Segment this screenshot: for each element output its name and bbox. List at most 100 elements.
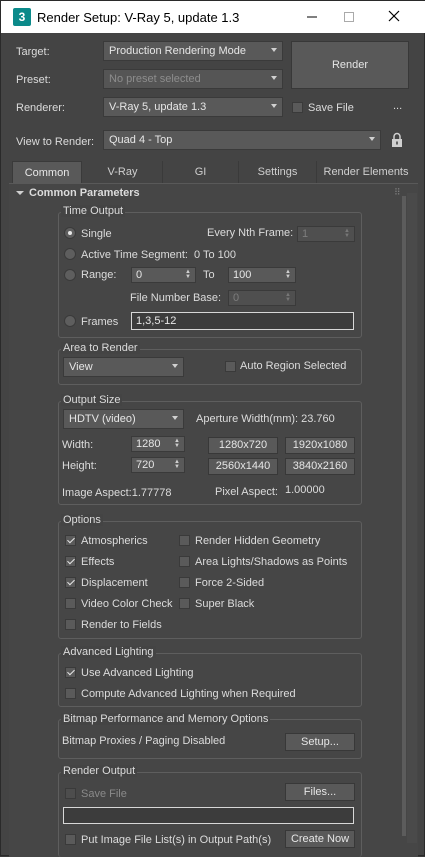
maximize-icon (344, 12, 354, 22)
file-number-base-label: File Number Base: (130, 292, 222, 304)
preset-3840x2160-button[interactable]: 3840x2160 (285, 458, 355, 475)
scrollbar-thumb[interactable] (402, 196, 406, 836)
atmospherics-checkbox[interactable] (65, 535, 76, 546)
atmospherics-label: Atmospherics (81, 535, 148, 547)
super-black-checkbox[interactable] (179, 598, 190, 609)
file-number-base-spinner[interactable]: 0 ▲ ▼ (228, 290, 296, 306)
super-black-label: Super Black (195, 598, 255, 610)
active-time-segment-radio[interactable] (64, 248, 76, 260)
close-button[interactable] (371, 1, 417, 33)
preset-dropdown[interactable]: No preset selected (103, 69, 283, 89)
use-advanced-lighting-label: Use Advanced Lighting (81, 667, 194, 679)
time-output-title: Time Output (61, 205, 126, 217)
area-lights-shadows-label: Area Lights/Shadows as Points (195, 556, 348, 568)
maximize-button[interactable] (326, 1, 372, 33)
preset-2560x1440-button[interactable]: 2560x1440 (208, 458, 278, 475)
render-output-path-field[interactable] (63, 807, 354, 824)
pixel-aspect-value[interactable]: 1.00000 (285, 484, 325, 496)
target-value: Production Rendering Mode (109, 45, 246, 57)
active-time-segment-value: 0 To 100 (194, 249, 237, 261)
preset-1920x1080-button[interactable]: 1920x1080 (285, 437, 355, 454)
triangle-down-icon (16, 191, 24, 195)
spinner-arrows-icon[interactable]: ▲ ▼ (174, 438, 180, 449)
spinner-arrows-icon[interactable]: ▲ ▼ (344, 228, 350, 239)
compute-advanced-lighting-label: Compute Advanced Lighting when Required (81, 688, 296, 700)
chevron-down-icon (369, 137, 375, 141)
render-output-save-file-checkbox[interactable] (65, 788, 76, 799)
chevron-down-icon (271, 104, 277, 108)
render-setup-window: 3 Render Setup: V-Ray 5, update 1.3 Targ… (0, 0, 425, 857)
render-hidden-geometry-checkbox[interactable] (179, 535, 190, 546)
range-radio[interactable] (64, 269, 76, 281)
view-to-render-value: Quad 4 - Top (109, 134, 173, 146)
range-from-value: 0 (136, 269, 143, 281)
displacement-checkbox[interactable] (65, 577, 76, 588)
scrollbar[interactable] (407, 193, 417, 843)
target-dropdown[interactable]: Production Rendering Mode (103, 41, 283, 61)
frames-radio[interactable] (64, 315, 76, 327)
image-aspect-label: Image Aspect:1.77778 (62, 487, 172, 499)
single-radio[interactable] (64, 227, 76, 239)
every-nth-frame-label: Every Nth Frame: (207, 227, 294, 239)
spinner-arrows-icon[interactable]: ▲ ▼ (285, 269, 291, 280)
rollout-grip-icon: ⠿ (394, 187, 401, 197)
render-output-title: Render Output (61, 765, 138, 777)
render-output-save-file-label: Save File (81, 788, 127, 800)
height-value: 720 (136, 459, 155, 471)
preset-1280x720-button[interactable]: 1280x720 (208, 437, 278, 454)
output-size-preset-value: HDTV (video) (69, 413, 136, 425)
single-label: Single (81, 228, 112, 240)
width-spinner[interactable]: 1280 ▲ ▼ (131, 436, 185, 452)
preset-value: No preset selected (109, 73, 201, 85)
height-spinner[interactable]: 720 ▲ ▼ (131, 457, 185, 473)
save-file-checkbox[interactable] (292, 102, 303, 113)
bitmap-setup-button[interactable]: Setup... (285, 733, 355, 751)
force-2-sided-checkbox[interactable] (179, 577, 190, 588)
tab-render-elements[interactable]: Render Elements (317, 161, 415, 183)
render-hidden-geometry-label: Render Hidden Geometry (195, 535, 321, 547)
tab-gi[interactable]: GI (163, 161, 239, 183)
lock-view-button[interactable] (391, 132, 403, 151)
create-now-button[interactable]: Create Now (285, 830, 355, 848)
rollout-title[interactable]: Common Parameters (29, 187, 140, 199)
target-label: Target: (16, 46, 50, 58)
effects-checkbox[interactable] (65, 556, 76, 567)
range-label: Range: (81, 269, 117, 281)
render-to-fields-checkbox[interactable] (65, 619, 76, 630)
effects-label: Effects (81, 556, 115, 568)
output-size-preset-dropdown[interactable]: HDTV (video) (63, 409, 184, 429)
more-options-button[interactable]: ... (393, 100, 402, 112)
close-icon (388, 10, 400, 22)
compute-advanced-lighting-checkbox[interactable] (65, 688, 76, 699)
renderer-dropdown[interactable]: V-Ray 5, update 1.3 (103, 97, 283, 117)
tab-settings[interactable]: Settings (239, 161, 317, 183)
advanced-lighting-title: Advanced Lighting (61, 646, 156, 658)
range-to-value: 100 (233, 269, 252, 281)
area-to-render-title: Area to Render (61, 342, 140, 354)
auto-region-checkbox[interactable] (225, 361, 236, 372)
tab-vray[interactable]: V-Ray (83, 161, 163, 183)
spinner-arrows-icon[interactable]: ▲ ▼ (174, 459, 180, 470)
bitmap-status-label: Bitmap Proxies / Paging Disabled (62, 735, 226, 747)
range-to-spinner[interactable]: 100 ▲ ▼ (228, 267, 296, 283)
rollout-collapse-toggle[interactable] (16, 188, 24, 200)
range-to-label: To (203, 269, 215, 281)
options-title: Options (61, 514, 103, 526)
put-image-file-list-checkbox[interactable] (65, 834, 76, 845)
area-to-render-dropdown[interactable]: View (63, 357, 184, 377)
use-advanced-lighting-checkbox[interactable] (65, 667, 76, 678)
spinner-arrows-icon[interactable]: ▲ ▼ (185, 269, 191, 280)
files-button[interactable]: Files... (285, 783, 355, 801)
range-from-spinner[interactable]: 0 ▲ ▼ (131, 267, 196, 283)
minimize-icon (307, 16, 317, 18)
spinner-arrows-icon[interactable]: ▲ ▼ (285, 292, 291, 303)
area-lights-shadows-checkbox[interactable] (179, 556, 190, 567)
tab-common[interactable]: Common (12, 161, 82, 183)
put-image-file-list-label: Put Image File List(s) in Output Path(s) (81, 834, 272, 846)
render-button[interactable]: Render (291, 41, 409, 89)
every-nth-frame-spinner[interactable]: 1 ▲ ▼ (297, 226, 355, 242)
view-to-render-dropdown[interactable]: Quad 4 - Top (103, 130, 381, 150)
chevron-down-icon (172, 364, 178, 368)
frames-input[interactable]: 1,3,5-12 (131, 312, 354, 330)
video-color-check-checkbox[interactable] (65, 598, 76, 609)
